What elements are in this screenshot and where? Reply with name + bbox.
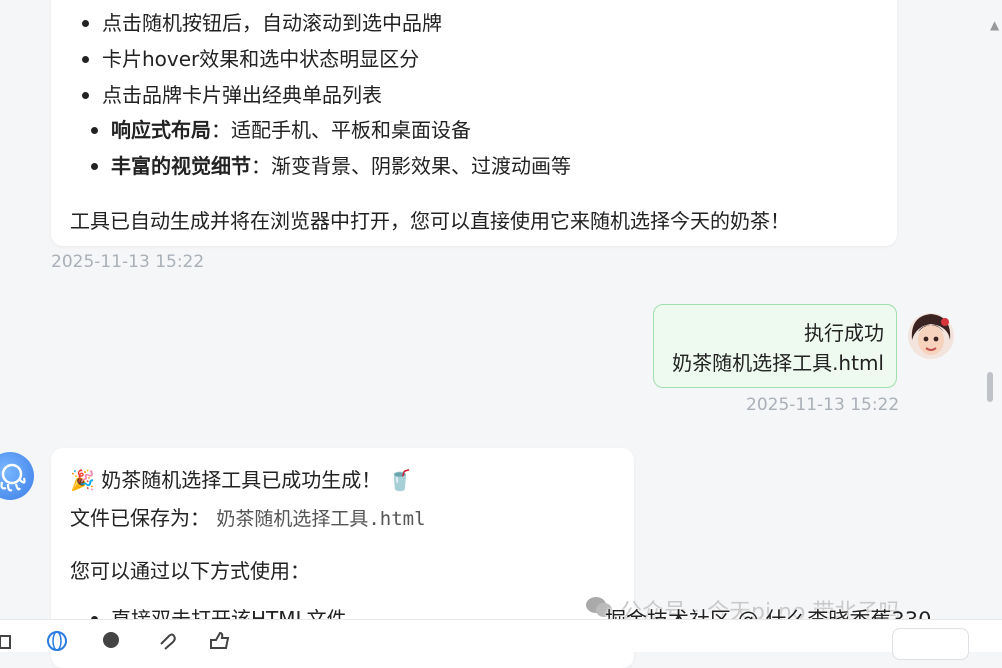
message-timestamp: 2025-11-13 15:22 xyxy=(746,395,900,415)
party-popper-icon: 🎉 xyxy=(70,468,95,492)
bot-message-title: 🎉 奶茶随机选择工具已成功生成！ 🥤 xyxy=(70,468,413,492)
assistant-avatar xyxy=(0,452,34,500)
circle-icon[interactable] xyxy=(101,630,121,650)
input-toolbar xyxy=(0,619,1002,660)
attach-icon[interactable] xyxy=(156,630,176,650)
list-item: 丰富的视觉细节：渐变背景、阴影效果、过渡动画等 xyxy=(91,154,571,178)
user-message-line: 执行成功 xyxy=(804,321,884,345)
list-item: 点击随机按钮后，自动滚动到选中品牌 xyxy=(82,11,442,35)
drink-cup-icon: 🥤 xyxy=(387,468,413,492)
list-item: 卡片hover效果和选中状态明显区分 xyxy=(82,47,419,71)
saved-file-line: 文件已保存为： 奶茶随机选择工具.html xyxy=(70,506,426,530)
message-closing-text: 工具已自动生成并将在浏览器中打开，您可以直接使用它来随机选择今天的奶茶！ xyxy=(70,209,790,233)
usage-intro: 您可以通过以下方式使用： xyxy=(70,559,310,583)
message-timestamp: 2025-11-13 15:22 xyxy=(51,252,205,272)
scroll-up-icon[interactable]: ▲ xyxy=(990,18,999,32)
user-message-bubble: 执行成功 奶茶随机选择工具.html xyxy=(653,304,897,388)
globe-icon[interactable] xyxy=(46,630,67,651)
user-message-line: 奶茶随机选择工具.html xyxy=(672,351,884,375)
pen-icon[interactable] xyxy=(0,630,16,650)
thumb-icon[interactable] xyxy=(208,630,230,650)
saved-file-name: 奶茶随机选择工具.html xyxy=(216,508,426,530)
user-avatar xyxy=(908,310,954,362)
list-item: 点击品牌卡片弹出经典单品列表 xyxy=(82,83,382,107)
send-button[interactable] xyxy=(892,628,969,660)
scrollbar-thumb[interactable] xyxy=(987,372,993,402)
list-item: 响应式布局：适配手机、平板和桌面设备 xyxy=(91,118,471,142)
